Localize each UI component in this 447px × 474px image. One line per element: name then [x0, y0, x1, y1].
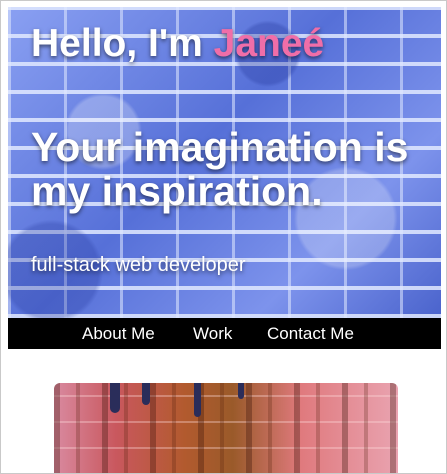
greeting-prefix: Hello, I'm: [31, 22, 214, 65]
browser-viewport: Hello, I'm Janeé Your imagination is my i…: [0, 0, 447, 474]
hero-role: full-stack web developer: [31, 254, 246, 276]
project-card-image[interactable]: [54, 383, 398, 473]
nav-about-me[interactable]: About Me: [82, 324, 155, 344]
nav-contact-me[interactable]: Contact Me: [267, 324, 354, 344]
hero-banner: Hello, I'm Janeé Your imagination is my i…: [8, 7, 441, 318]
paint-drip: [238, 383, 244, 399]
hero-tagline: Your imagination is my inspiration.: [31, 125, 408, 213]
hero-greeting: Hello, I'm Janeé: [31, 21, 324, 67]
developer-name: Janeé: [213, 22, 325, 65]
paint-drip: [194, 383, 201, 417]
main-nav: About Me Work Contact Me: [8, 318, 441, 349]
tagline-line-1: Your imagination is: [31, 124, 409, 170]
nav-work[interactable]: Work: [193, 324, 232, 344]
paint-drip: [142, 383, 150, 405]
paint-drip: [110, 383, 120, 413]
tagline-line-2: my inspiration.: [31, 168, 323, 214]
